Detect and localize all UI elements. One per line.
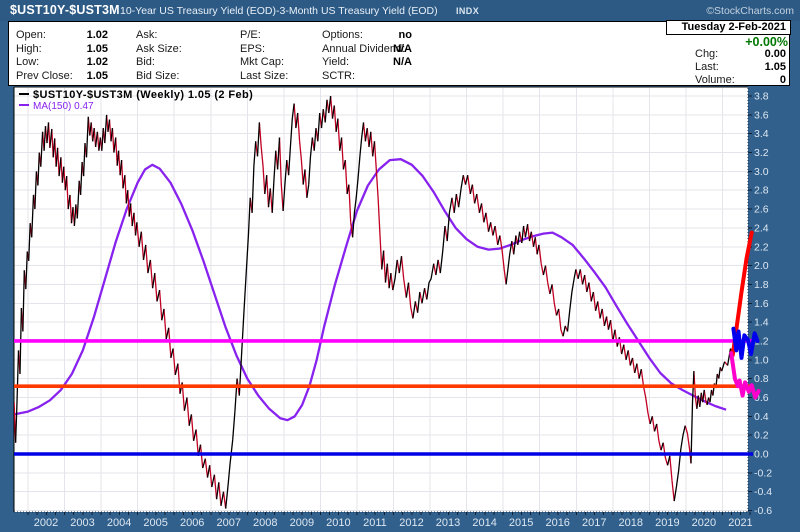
legend-ma: MA(150) 0.47	[19, 101, 94, 112]
x-axis-year-label: 2013	[436, 517, 460, 529]
gridlines	[14, 88, 748, 512]
chg-value: 0.00	[716, 48, 786, 60]
sctr-label: SCTR:	[322, 70, 355, 82]
yield-label: Yield:	[322, 56, 349, 68]
y-axis-value-label: 3.8	[754, 91, 769, 103]
y-axis-value-label: 0.8	[754, 373, 769, 385]
projection-red	[733, 233, 752, 356]
x-axis-year-label: 2003	[70, 517, 94, 529]
ask-size-label: Ask Size:	[136, 43, 182, 55]
series-group	[14, 96, 733, 509]
prev-close-value: 1.05	[48, 70, 108, 82]
header-bar: $UST10Y-$UST3M 10-Year US Treasury Yield…	[0, 0, 800, 21]
x-axis-year-label: 2004	[107, 517, 131, 529]
ma150-line	[14, 159, 726, 420]
high-value: 1.05	[48, 43, 108, 55]
options-label: Options:	[322, 29, 363, 41]
y-axis-value-label: 0.2	[754, 430, 769, 442]
change-percent: +0.00%	[650, 35, 788, 49]
bid-label: Bid:	[136, 56, 155, 68]
x-axis-year-label: 2007	[217, 517, 241, 529]
legend-price-text: $UST10Y-$UST3M (Weekly) 1.05 (2 Feb)	[33, 89, 253, 101]
x-axis-year-label: 2021	[728, 517, 752, 529]
price-line-down	[14, 96, 733, 509]
y-axis-value-label: 2.4	[754, 222, 769, 234]
yield-value: N/A	[380, 56, 412, 68]
y-axis-value-label: 3.4	[754, 128, 769, 140]
exchange-tag: INDX	[456, 6, 479, 16]
price-series-dash-icon	[19, 93, 29, 95]
chg-label: Chg:	[695, 48, 718, 60]
volume-value: 0	[716, 74, 786, 86]
legend-ma-text: MA(150) 0.47	[33, 101, 94, 112]
open-value: 1.02	[48, 29, 108, 41]
open-label: Open:	[16, 29, 46, 41]
x-axis-year-label: 2005	[143, 517, 167, 529]
x-axis-year-label: 2009	[290, 517, 314, 529]
stockcharts-page: $UST10Y-$UST3M 10-Year US Treasury Yield…	[0, 0, 800, 532]
last-size-label: Last Size:	[240, 70, 288, 82]
y-axis-value-label: 0.4	[754, 411, 769, 423]
y-axis-value-label: 0.0	[754, 449, 769, 461]
y-axis-value-label: 2.6	[754, 204, 769, 216]
y-axis-value-label: -0.4	[754, 486, 772, 498]
y-axis-value-label: 2.0	[754, 260, 769, 272]
horizontal-lines	[14, 341, 753, 454]
x-axis-year-label: 2015	[509, 517, 533, 529]
x-axis-year-label: 2020	[692, 517, 716, 529]
y-axis-value-label: 3.6	[754, 109, 769, 121]
y-axis-value-label: 3.2	[754, 147, 769, 159]
legend-price-series: $UST10Y-$UST3M (Weekly) 1.05 (2 Feb)	[19, 89, 253, 101]
y-axis-value-label: 1.6	[754, 298, 769, 310]
ma-dash-icon	[19, 104, 29, 106]
y-axis-value-label: -0.6	[754, 505, 772, 517]
dividend-value: N/A	[380, 43, 412, 55]
x-axis-year-label: 2016	[545, 517, 569, 529]
x-axis-year-label: 2019	[655, 517, 679, 529]
y-axis-value-label: 2.8	[754, 185, 769, 197]
y-axis-value-label: -0.2	[754, 467, 772, 479]
price-line-up	[16, 96, 731, 509]
x-axis-year-label: 2002	[34, 517, 58, 529]
stockcharts-copyright: ©StockCharts.com	[706, 5, 794, 17]
scenario-magenta	[731, 353, 758, 397]
symbol-title: $UST10Y-$UST3M	[10, 3, 120, 17]
symbol-description: 10-Year US Treasury Yield (EOD)-3-Month …	[120, 5, 438, 17]
y-axis-value-label: 1.4	[754, 317, 769, 329]
eps-label: EPS:	[240, 43, 265, 55]
y-axis-value-label: 1.8	[754, 279, 769, 291]
plot-background	[14, 87, 748, 512]
x-axis-year-label: 2014	[472, 517, 496, 529]
high-label: High:	[16, 43, 42, 55]
axis-borders	[14, 87, 752, 515]
options-value: no	[380, 29, 412, 41]
last-value: 1.05	[716, 61, 786, 73]
y-axis-value-label: 2.2	[754, 241, 769, 253]
y-axis-value-label: 3.0	[754, 166, 769, 178]
x-axis-year-label: 2018	[619, 517, 643, 529]
x-axis-year-label: 2010	[326, 517, 350, 529]
x-axis-year-label: 2006	[180, 517, 204, 529]
x-axis-year-label: 2012	[399, 517, 423, 529]
x-axis-year-label: 2008	[253, 517, 277, 529]
scenario-blue	[733, 329, 757, 358]
ask-label: Ask:	[136, 29, 157, 41]
drawn-annotations	[731, 233, 758, 398]
date-box: Tuesday 2-Feb-2021	[666, 20, 791, 35]
y-axis-value-label: 1.2	[754, 335, 769, 347]
pe-label: P/E:	[240, 29, 261, 41]
low-label: Low:	[16, 56, 39, 68]
axis-labels: 2002 2003 2004 2005 2006 2007 2008 2009 2010 2011…	[34, 91, 772, 529]
x-axis-year-label: 2017	[582, 517, 606, 529]
low-value: 1.02	[48, 56, 108, 68]
y-axis-value-label: 1.0	[754, 354, 769, 366]
mkt-cap-label: Mkt Cap:	[240, 56, 284, 68]
x-axis-year-label: 2011	[363, 517, 387, 529]
bid-size-label: Bid Size:	[136, 70, 179, 82]
y-axis-value-label: 0.6	[754, 392, 769, 404]
